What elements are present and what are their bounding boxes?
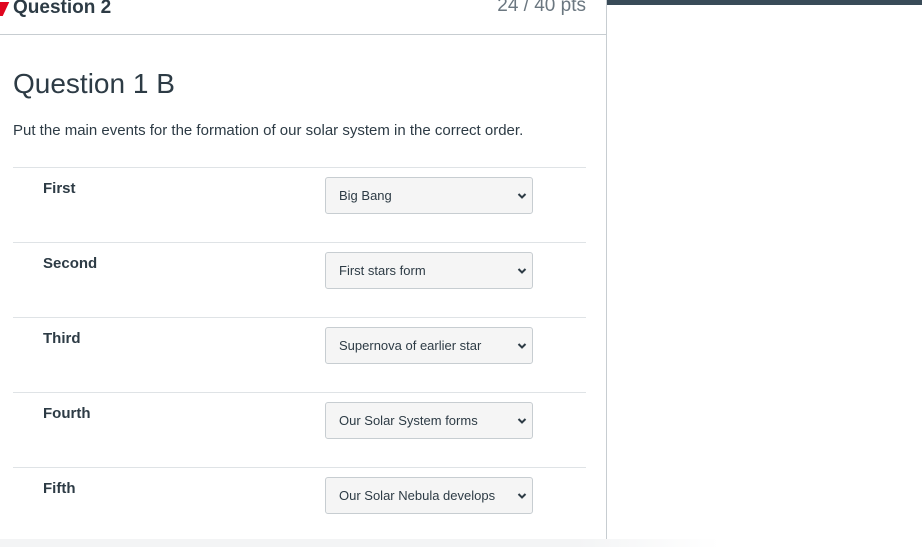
select-value: Our Solar Nebula develops <box>339 488 496 503</box>
chevron-down-icon <box>517 268 527 274</box>
answer-select[interactable]: Supernova of earlier star <box>325 327 533 364</box>
row-label: First <box>43 180 76 197</box>
matching-rows: First Big Bang Second First stars form T… <box>13 167 586 542</box>
chevron-down-icon <box>517 418 527 424</box>
matching-row: Second First stars form <box>13 242 586 317</box>
select-value: Supernova of earlier star <box>339 338 482 353</box>
answer-select[interactable]: Our Solar System forms <box>325 402 533 439</box>
question-header-name: Question 2 <box>13 0 112 18</box>
row-label: Fifth <box>43 480 76 497</box>
select-value: Our Solar System forms <box>339 413 478 428</box>
question-panel: Question 2 24 / 40 pts Question 1 B Put … <box>0 0 607 547</box>
answer-select[interactable]: Our Solar Nebula develops <box>325 477 533 514</box>
row-label: Third <box>43 330 81 347</box>
chevron-down-icon <box>517 493 527 499</box>
answer-select[interactable]: First stars form <box>325 252 533 289</box>
row-label: Second <box>43 255 98 272</box>
matching-row: Fourth Our Solar System forms <box>13 392 586 467</box>
select-value: First stars form <box>339 263 426 278</box>
question-title: Question 1 B <box>13 68 175 99</box>
right-blank-area <box>607 5 922 547</box>
question-prompt: Put the main events for the formation of… <box>13 122 524 139</box>
chevron-down-icon <box>517 343 527 349</box>
flag-marker <box>0 2 10 16</box>
matching-row: Third Supernova of earlier star <box>13 317 586 392</box>
chevron-down-icon <box>517 193 527 199</box>
matching-row: Fifth Our Solar Nebula develops <box>13 467 586 542</box>
row-label: Fourth <box>43 405 91 422</box>
bottom-shadow <box>0 539 720 547</box>
question-points: 24 / 40 pts <box>497 0 586 16</box>
question-header: Question 2 24 / 40 pts <box>0 0 606 35</box>
select-value: Big Bang <box>339 188 392 203</box>
answer-select[interactable]: Big Bang <box>325 177 533 214</box>
matching-row: First Big Bang <box>13 167 586 242</box>
